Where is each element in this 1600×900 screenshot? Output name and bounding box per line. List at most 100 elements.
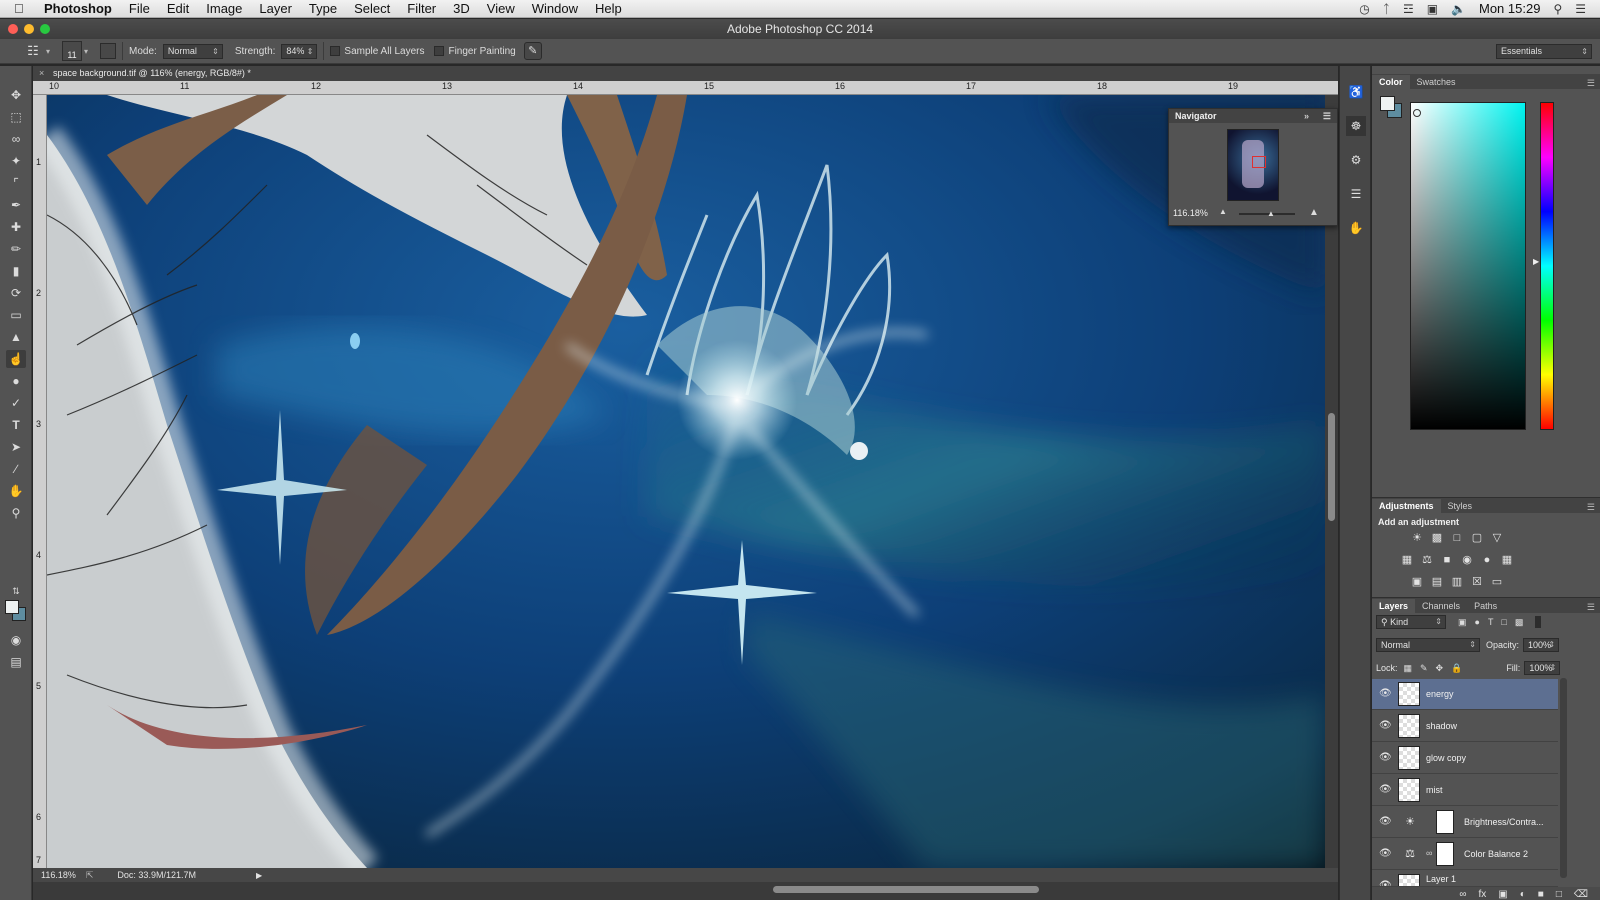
layer-filter-kind-select[interactable]: ⚲ Kind [1376, 615, 1446, 629]
panel-menu-icon[interactable]: ☰ [1587, 602, 1600, 613]
layer-filter-toggle[interactable] [1535, 616, 1542, 628]
status-menu-arrow-icon[interactable]: ▶ [256, 871, 262, 880]
document-tab[interactable]: × space background.tif @ 116% (energy, R… [33, 66, 1338, 81]
visibility-eye-icon[interactable]: 👁 [1379, 688, 1392, 700]
menu-image[interactable]: Image [206, 1, 242, 16]
tab-color[interactable]: Color [1372, 75, 1410, 89]
properties-panel-icon[interactable]: ⚙ [1346, 150, 1366, 170]
smudge-tool-preset-icon[interactable]: ☷ [22, 42, 44, 60]
adjustments-panel-icon[interactable]: ☰ [1346, 184, 1366, 204]
marquee-tool-icon[interactable]: ⬚ [6, 108, 26, 126]
layer-mask-thumbnail[interactable] [1436, 810, 1454, 834]
screen-mode-icon[interactable]: ▤ [6, 653, 26, 671]
blend-mode-select[interactable]: Normal [1376, 638, 1480, 652]
path-selection-tool-icon[interactable]: ➤ [6, 438, 26, 456]
hue-saturation-icon[interactable]: ▦ [1400, 554, 1414, 566]
status-zoom[interactable]: 116.18% [41, 870, 76, 880]
menu-window[interactable]: Window [532, 1, 578, 16]
menu-app-photoshop[interactable]: Photoshop [44, 1, 112, 16]
color-lookup-icon[interactable]: ▦ [1500, 554, 1514, 566]
layer-thumbnail[interactable] [1398, 746, 1420, 770]
tool-presets-panel-icon[interactable]: ✋ [1346, 218, 1366, 238]
zoom-tool-icon[interactable]: ⚲ [6, 504, 26, 522]
tab-layers[interactable]: Layers [1372, 599, 1416, 613]
smudge-tool-icon[interactable]: ☝ [6, 350, 26, 368]
zoom-slider-handle[interactable]: ▲ [1267, 209, 1275, 218]
hand-tool-icon[interactable]: ✋ [6, 482, 26, 500]
black-white-icon[interactable]: ■ [1440, 554, 1454, 566]
layer-style-icon[interactable]: fx [1478, 889, 1486, 900]
menu-help[interactable]: Help [595, 1, 622, 16]
eyedropper-tool-icon[interactable]: ✒ [6, 196, 26, 214]
foreground-background-colors[interactable] [5, 600, 27, 622]
zoom-in-icon[interactable]: ▲ [1309, 207, 1319, 218]
layer-name[interactable]: shadow [1426, 721, 1457, 731]
selective-color-icon[interactable]: ☒ [1470, 576, 1484, 588]
vertical-scroll-thumb[interactable] [1328, 413, 1335, 521]
zoom-out-icon[interactable]: ▲ [1219, 207, 1227, 216]
close-document-icon[interactable]: × [39, 66, 44, 81]
menu-layer[interactable]: Layer [259, 1, 292, 16]
navigator-thumbnail[interactable] [1227, 129, 1279, 201]
finger-painting-checkbox[interactable] [434, 46, 445, 56]
vertical-ruler[interactable]: 1 2 3 4 5 6 7 [33, 95, 47, 868]
mask-link-icon[interactable]: ∞ [1426, 848, 1432, 858]
channel-mixer-icon[interactable]: ● [1480, 554, 1494, 566]
tab-channels[interactable]: Channels [1415, 599, 1467, 613]
foreground-color-swatch[interactable] [5, 600, 19, 614]
layer-row-brightness-contrast[interactable]: 👁 ☀ Brightness/Contra... [1372, 807, 1558, 838]
layer-name[interactable]: Color Balance 2 [1464, 849, 1528, 859]
layer-thumbnail[interactable] [1398, 682, 1420, 706]
wifi-icon[interactable]: ☲ [1403, 2, 1414, 16]
invert-icon[interactable]: ▣ [1410, 576, 1424, 588]
menu-select[interactable]: Select [354, 1, 390, 16]
panel-menu-icon[interactable]: ☰ [1587, 502, 1600, 513]
tab-swatches[interactable]: Swatches [1410, 75, 1463, 89]
dodge-tool-icon[interactable]: ● [6, 372, 26, 390]
mode-select[interactable]: Normal [162, 43, 223, 59]
hue-slider-marker[interactable]: ▶ [1533, 257, 1539, 266]
layer-thumbnail[interactable] [1398, 778, 1420, 802]
clone-stamp-tool-icon[interactable]: ▮ [6, 262, 26, 280]
layer-row-energy[interactable]: 👁 energy [1372, 679, 1558, 710]
menubar-clock[interactable]: Mon 15:29 [1479, 1, 1540, 16]
paint-bucket-tool-icon[interactable]: ▲ [6, 328, 26, 346]
export-icon[interactable]: ⇱ [86, 870, 94, 881]
pen-tool-icon[interactable]: ✓ [6, 394, 26, 412]
menu-view[interactable]: View [487, 1, 515, 16]
color-balance-icon[interactable]: ⚖ [1420, 554, 1434, 566]
navigator-zoom-value[interactable]: 116.18% [1173, 208, 1208, 218]
sample-all-layers-checkbox[interactable] [330, 46, 341, 56]
new-group-icon[interactable]: ■ [1538, 889, 1544, 900]
brush-tool-icon[interactable]: ✏ [6, 240, 26, 258]
posterize-icon[interactable]: ▤ [1430, 576, 1444, 588]
gradient-map-icon[interactable]: ▭ [1490, 576, 1504, 588]
new-adjustment-layer-icon[interactable]: ◐ [1520, 889, 1526, 900]
volume-icon[interactable]: 🔈 [1451, 2, 1466, 16]
document-canvas[interactable] [47, 95, 1325, 868]
layer-row-shadow[interactable]: 👁 shadow [1372, 711, 1558, 742]
horizontal-ruler[interactable]: 10 11 12 13 14 15 16 17 18 19 [33, 81, 1338, 95]
notification-center-icon[interactable]: ☰ [1575, 2, 1586, 16]
panel-menu-icon[interactable]: ☰ [1323, 109, 1331, 123]
link-layers-icon[interactable]: ∞ [1459, 889, 1466, 900]
tool-preset-arrow-icon[interactable]: ▾ [46, 47, 50, 56]
display-icon[interactable]: ▣ [1427, 2, 1438, 16]
layer-row-layer-1[interactable]: 👁 Layer 1 [1372, 871, 1558, 887]
pressure-icon[interactable]: ✎ [523, 42, 542, 60]
navigator-header[interactable]: Navigator » ☰ [1169, 109, 1337, 123]
eraser-tool-icon[interactable]: ▭ [6, 306, 26, 324]
lock-icons[interactable]: ▦✎✥🔒 [1404, 663, 1471, 674]
type-tool-icon[interactable]: T [6, 416, 26, 434]
brightness-contrast-icon[interactable]: ☀ [1410, 532, 1424, 544]
layer-name[interactable]: glow copy [1426, 753, 1466, 763]
menu-filter[interactable]: Filter [407, 1, 436, 16]
layer-mask-thumbnail[interactable] [1436, 842, 1454, 866]
vibrance-icon[interactable]: ▽ [1490, 532, 1504, 544]
exposure-icon[interactable]: ▢ [1470, 532, 1484, 544]
delete-layer-icon[interactable]: ⌫ [1574, 889, 1588, 900]
horizontal-scrollbar[interactable] [33, 882, 1338, 900]
layer-thumbnail[interactable] [1398, 714, 1420, 738]
window-minimize-button[interactable] [24, 24, 34, 34]
new-layer-icon[interactable]: □ [1556, 889, 1562, 900]
